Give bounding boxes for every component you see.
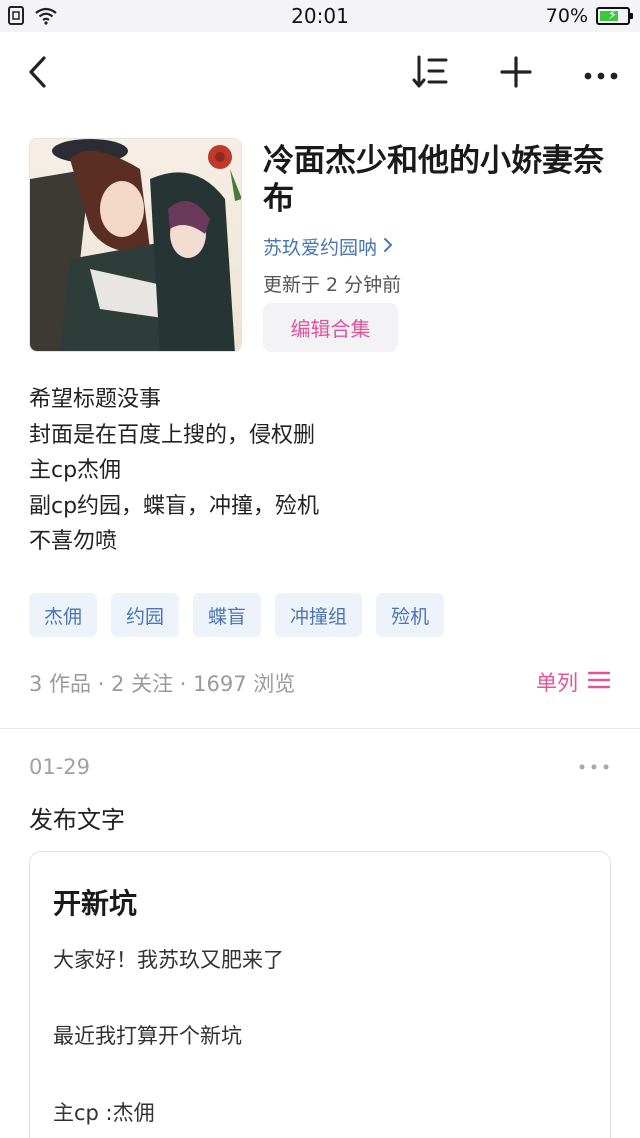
add-button[interactable] — [494, 52, 538, 96]
description-line: 副cp约园，蝶盲，冲撞，殓机 — [29, 493, 320, 519]
status-bar: 20:01 70% ⚡ — [0, 0, 640, 32]
post-more-button[interactable] — [574, 752, 614, 776]
status-right: 70% ⚡ — [545, 5, 633, 27]
collection-description: 希望标题没事 封面是在百度上搜的，侵权删 主cp杰佣 副cp约园，蝶盲，冲撞，殓… — [29, 382, 609, 560]
layout-toggle-button[interactable]: 单列 — [536, 667, 611, 697]
battery-icon: ⚡ — [596, 7, 633, 25]
layout-toggle-label: 单列 — [536, 671, 578, 695]
tag-chongzhuang[interactable]: 冲撞组 — [275, 593, 363, 637]
post-card-title: 开新坑 — [53, 887, 138, 920]
list-icon — [587, 670, 611, 695]
collection-stats: 3 作品 · 2 关注 · 1697 浏览 — [29, 672, 296, 696]
description-line: 封面是在百度上搜的，侵权删 — [29, 422, 316, 448]
battery-percent: 70% — [545, 5, 588, 27]
section-divider — [0, 728, 640, 729]
add-icon — [500, 56, 532, 92]
updated-time: 更新于 2 分钟前 — [263, 274, 402, 296]
author-link[interactable]: 苏玖爱约园呐 — [263, 233, 393, 260]
tag-yueyuan[interactable]: 约园 — [111, 593, 180, 637]
description-line: 主cp杰佣 — [29, 458, 122, 483]
tag-jieyong[interactable]: 杰佣 — [29, 593, 98, 637]
status-time: 20:01 — [291, 4, 349, 28]
post-card-line: 大家好！我苏玖又肥来了 — [53, 948, 284, 972]
back-button[interactable] — [16, 52, 60, 96]
chevron-right-icon — [383, 236, 393, 258]
tag-diemang[interactable]: 蝶盲 — [193, 593, 262, 637]
back-icon — [26, 55, 50, 93]
more-button[interactable] — [579, 52, 623, 96]
post-date: 01-29 — [29, 755, 91, 779]
sort-icon — [412, 54, 448, 94]
collection-title: 冷面杰少和他的小娇妻奈布 — [263, 143, 604, 217]
tag-list: 杰佣 约园 蝶盲 冲撞组 殓机 — [29, 593, 445, 637]
tag-lianji[interactable]: 殓机 — [376, 593, 445, 637]
edit-collection-button[interactable]: 编辑合集 — [263, 303, 398, 352]
description-line: 不喜勿喷 — [29, 529, 118, 554]
author-name: 苏玖爱约园呐 — [263, 237, 378, 259]
post-type-label: 发布文字 — [29, 806, 125, 834]
post-card-line: 最近我打算开个新坑 — [53, 1024, 242, 1048]
more-icon — [579, 755, 609, 774]
post-card-line: 主cp :杰佣 — [53, 1101, 155, 1125]
post-card[interactable]: 开新坑 大家好！我苏玖又肥来了 最近我打算开个新坑 主cp :杰佣 — [29, 851, 611, 1138]
description-line: 希望标题没事 — [29, 387, 162, 412]
collection-cover-image[interactable] — [29, 138, 242, 352]
sort-button[interactable] — [408, 52, 452, 96]
more-icon — [584, 65, 618, 84]
nav-bar — [0, 32, 640, 118]
